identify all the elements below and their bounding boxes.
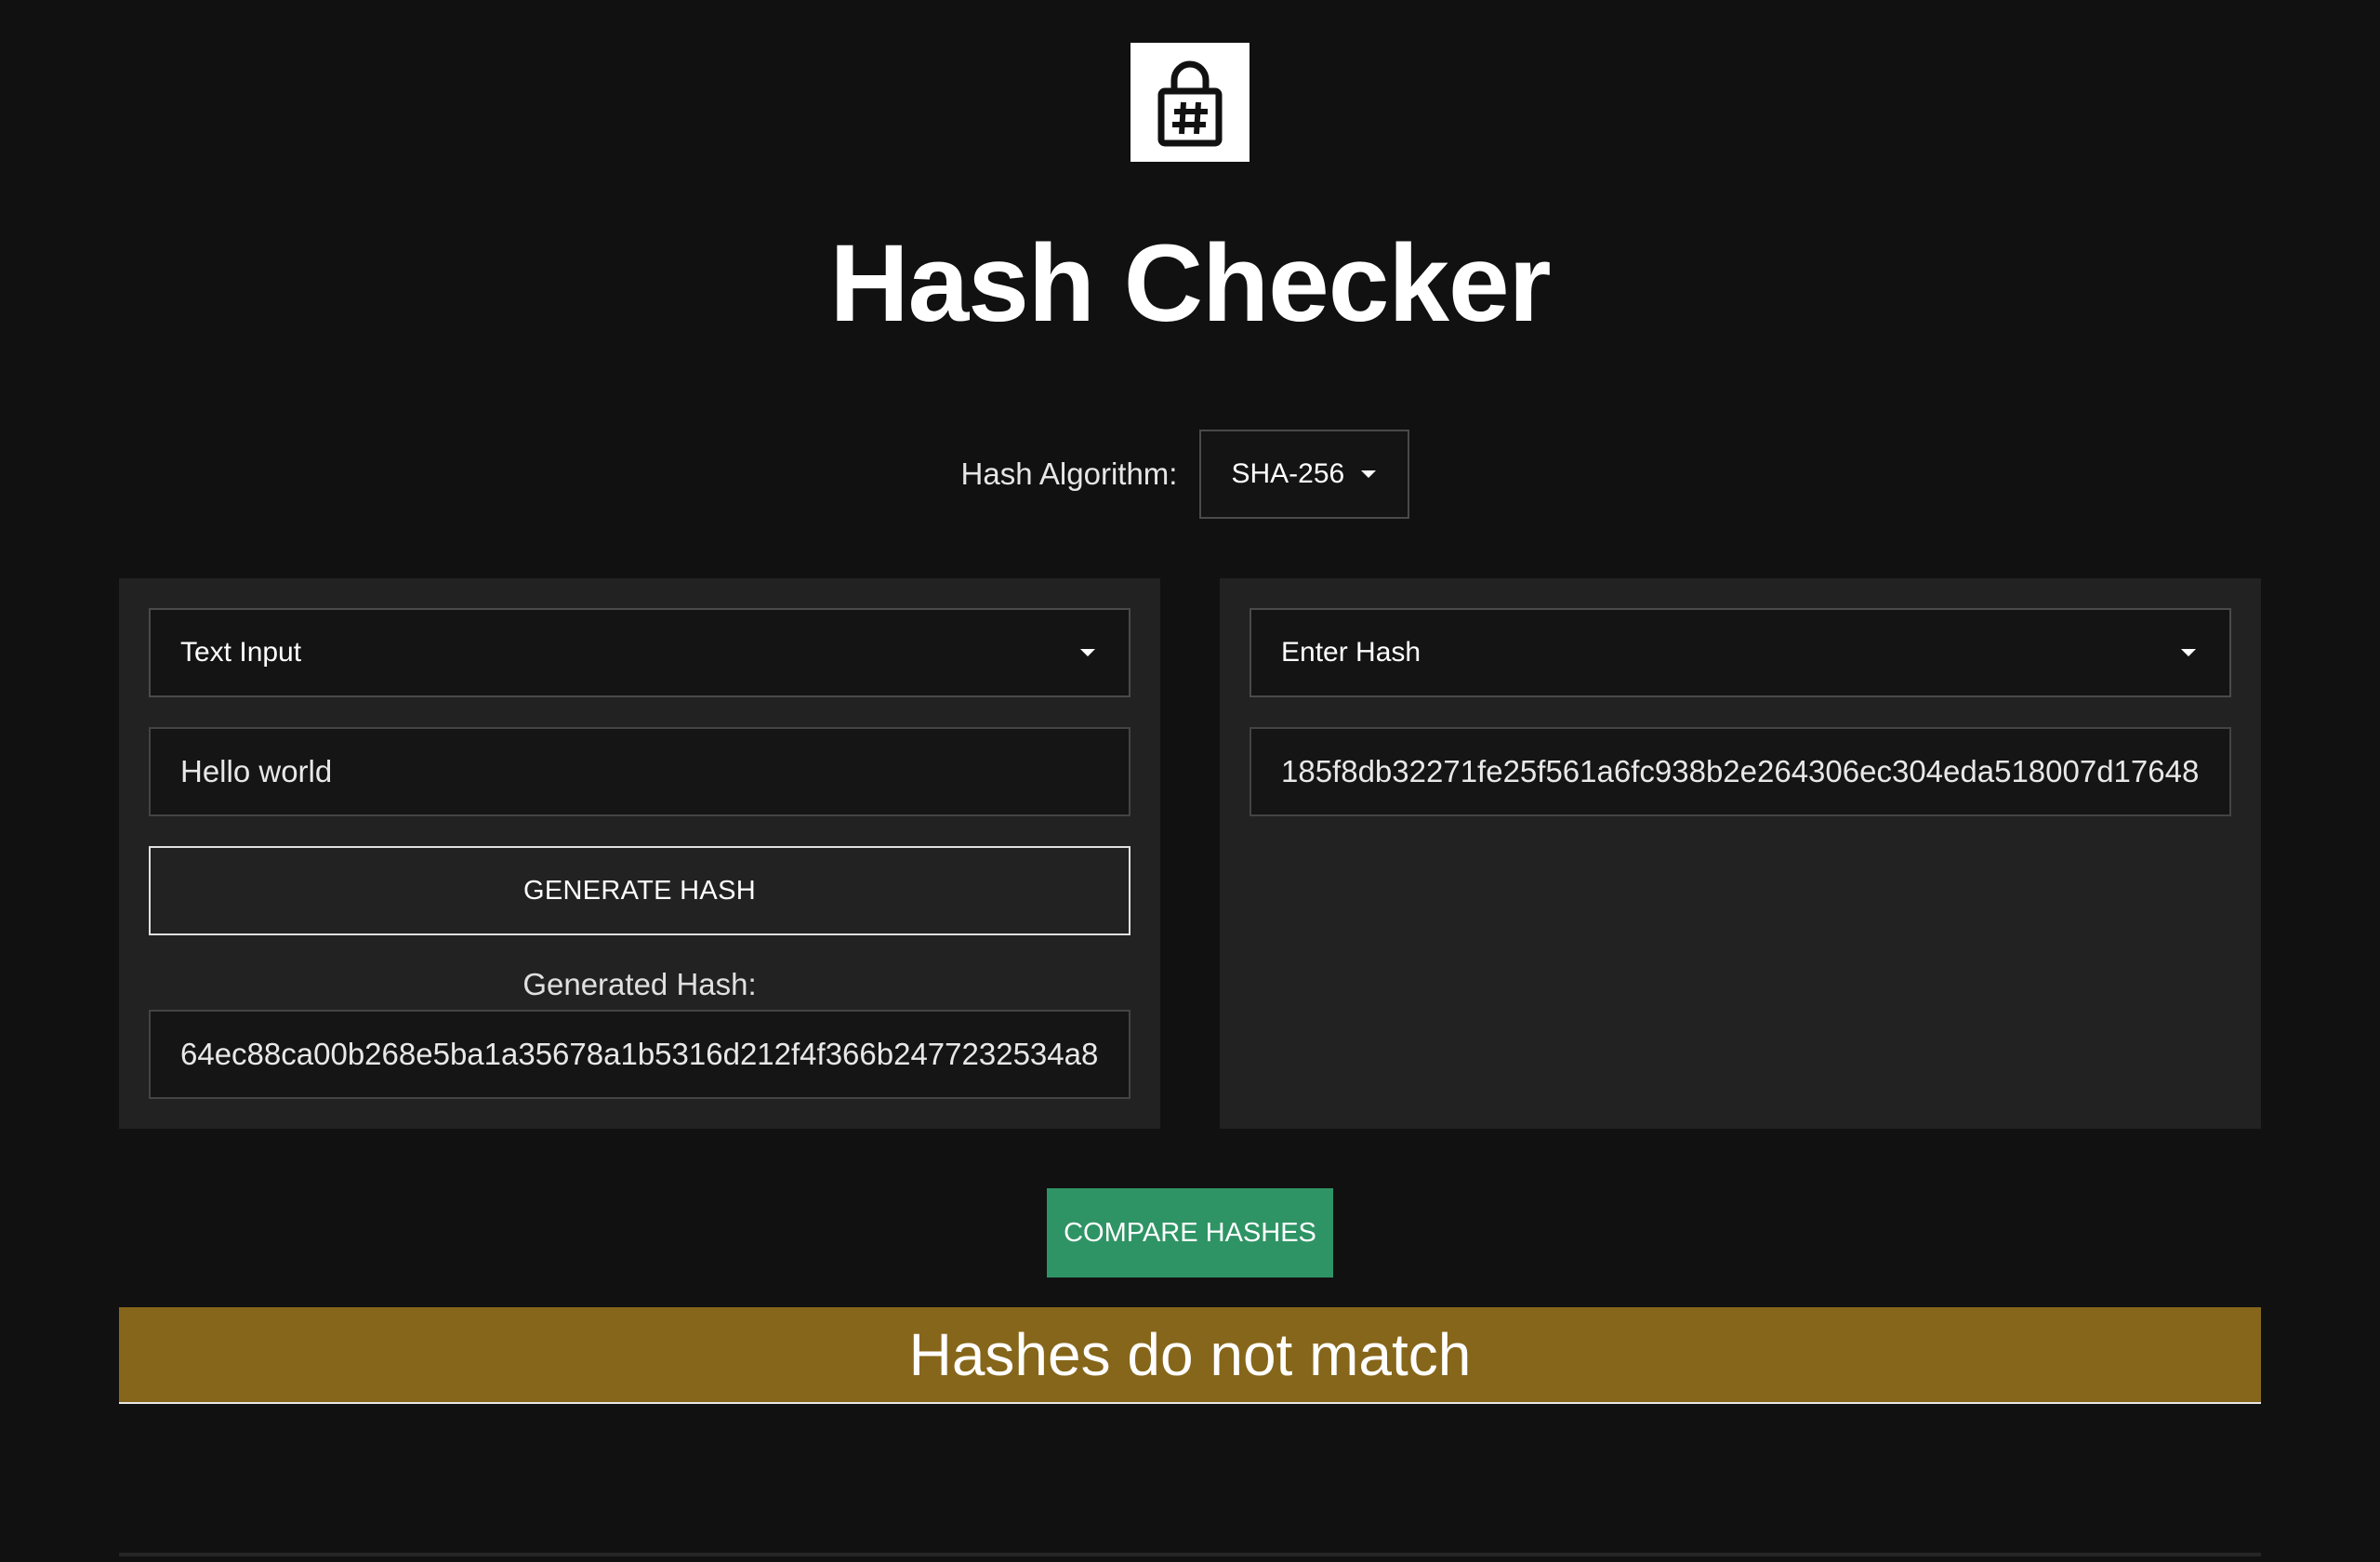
text-input-field[interactable]: Hello world xyxy=(149,727,1130,816)
generated-hash-field[interactable]: 64ec88ca00b268e5ba1a35678a1b5316d212f4f3… xyxy=(149,1010,1130,1099)
hash-mode-select[interactable]: Enter Hash xyxy=(1250,608,2231,697)
generated-hash-label: Generated Hash: xyxy=(522,967,757,1001)
page-title: Hash Checker xyxy=(829,222,1551,345)
algorithm-row: Hash Algorithm: SHA-256 xyxy=(0,430,2380,519)
result-banner: Hashes do not match xyxy=(119,1307,2261,1404)
input-panel: Text Input Hello world GENERATE HASH Gen… xyxy=(119,578,1160,1129)
text-input-value: Hello world xyxy=(180,754,333,788)
chevron-down-icon xyxy=(1361,470,1377,478)
algorithm-label: Hash Algorithm: xyxy=(960,457,1178,491)
chevron-down-icon xyxy=(2181,649,2196,656)
generated-hash-value: 64ec88ca00b268e5ba1a35678a1b5316d212f4f3… xyxy=(180,1037,1099,1071)
generate-hash-button[interactable]: GENERATE HASH xyxy=(149,846,1130,935)
hash-mode-value: Enter Hash xyxy=(1281,637,1421,668)
hash-input-field[interactable]: 185f8db32271fe25f561a6fc938b2e264306ec30… xyxy=(1250,727,2231,816)
input-mode-value: Text Input xyxy=(180,637,302,668)
hash-panel: Enter Hash 185f8db32271fe25f561a6fc938b2… xyxy=(1220,578,2261,1129)
input-mode-select[interactable]: Text Input xyxy=(149,608,1130,697)
lock-hash-icon xyxy=(1157,60,1223,147)
compare-hashes-button[interactable]: COMPARE HASHES xyxy=(1047,1188,1333,1277)
chevron-down-icon xyxy=(1080,649,1095,656)
divider xyxy=(119,1553,2261,1556)
algorithm-selected-value: SHA-256 xyxy=(1231,458,1345,489)
hash-input-value: 185f8db32271fe25f561a6fc938b2e264306ec30… xyxy=(1281,754,2200,788)
algorithm-select[interactable]: SHA-256 xyxy=(1199,430,1410,519)
app-logo xyxy=(1130,43,1250,162)
